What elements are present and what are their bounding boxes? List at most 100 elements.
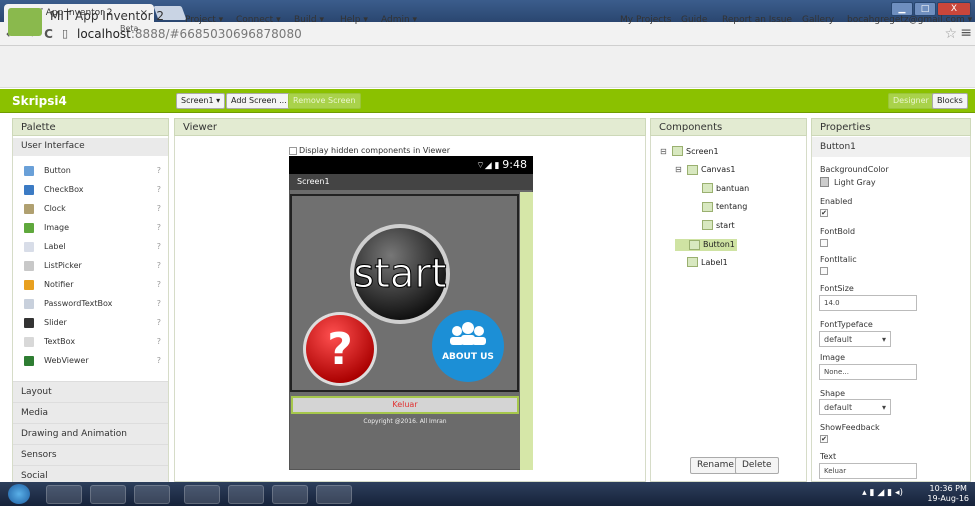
palette-item-checkbox[interactable]: CheckBox? <box>14 180 167 199</box>
tree-node-label: bantuan <box>716 183 750 193</box>
app-inventor-logo-icon[interactable] <box>8 8 42 36</box>
tree-node-label: tentang <box>716 202 748 211</box>
tree-toggle-icon[interactable]: ⊟ <box>660 147 669 156</box>
prop-backgroundcolor-value[interactable]: Light Gray <box>820 177 876 187</box>
prop-text-input[interactable]: Keluar <box>819 463 917 479</box>
prop-enabled-checkbox[interactable]: ✔ <box>820 209 828 217</box>
windows-start-icon[interactable] <box>8 484 30 504</box>
palette-item-webviewer[interactable]: WebViewer? <box>14 351 167 370</box>
app-header <box>0 46 975 88</box>
palette-section-user-interface[interactable]: User Interface <box>13 138 168 156</box>
blocks-button[interactable]: Blocks <box>932 93 968 109</box>
help-icon[interactable]: ? <box>157 337 161 346</box>
link-report-issue[interactable]: Report an Issue <box>722 15 792 25</box>
palette-item-clock[interactable]: Clock? <box>14 199 167 218</box>
palette-item-label: TextBox <box>44 337 76 346</box>
palette-category-drawing-and-animation[interactable]: Drawing and Animation <box>13 423 168 444</box>
menu-connect[interactable]: Connect ▾ <box>236 15 281 25</box>
tree-node-canvas1[interactable]: ⊟ Canvas1 <box>675 164 735 175</box>
palette-item-slider[interactable]: Slider? <box>14 313 167 332</box>
tentang-about-sprite[interactable]: ABOUT US <box>432 310 504 382</box>
account-menu[interactable]: bocahgregetz@gmail.com ▾ <box>847 15 972 25</box>
palette-item-label: Slider <box>44 318 67 327</box>
help-icon[interactable]: ? <box>157 185 161 194</box>
palette-item-image[interactable]: Image? <box>14 218 167 237</box>
link-guide[interactable]: Guide <box>681 15 707 25</box>
taskbar-word-icon[interactable] <box>90 485 126 504</box>
menu-project[interactable]: Project ▾ <box>185 15 223 25</box>
browser-menu-icon[interactable]: ≡ <box>960 25 972 41</box>
palette-item-listpicker[interactable]: ListPicker? <box>14 256 167 275</box>
taskbar-paint-icon[interactable] <box>272 485 308 504</box>
close-window-icon[interactable]: X <box>937 2 971 16</box>
help-icon[interactable]: ? <box>157 299 161 308</box>
prop-fontitalic-checkbox[interactable] <box>820 267 828 275</box>
minimize-icon[interactable]: ▁ <box>891 2 913 16</box>
link-gallery[interactable]: Gallery <box>802 15 834 25</box>
palette-item-label[interactable]: Label? <box>14 237 167 256</box>
taskbar-chrome-icon[interactable] <box>228 485 264 504</box>
tree-node-label1[interactable]: Label1 <box>675 257 728 267</box>
hidden-components-label: Display hidden components in Viewer <box>299 146 451 155</box>
remove-screen-button[interactable]: Remove Screen <box>288 93 361 109</box>
help-icon[interactable]: ? <box>157 242 161 251</box>
canvas1-preview[interactable]: start ? ABOUT US <box>290 194 519 392</box>
palette-item-textbox[interactable]: TextBox? <box>14 332 167 351</box>
delete-button[interactable]: Delete <box>735 457 779 474</box>
add-screen-button[interactable]: Add Screen ... <box>226 93 292 109</box>
palette-item-notifier[interactable]: Notifier? <box>14 275 167 294</box>
prop-showfeedback-checkbox[interactable]: ✔ <box>820 435 828 443</box>
tree-node-button1[interactable]: Button1 <box>675 238 737 251</box>
taskbar-explorer-icon[interactable] <box>46 485 82 504</box>
prop-fontsize-input[interactable]: 14.0 <box>819 295 917 311</box>
help-icon[interactable]: ? <box>157 318 161 327</box>
tree-node-bantuan[interactable]: bantuan <box>690 183 749 193</box>
palette-item-passwordtextbox[interactable]: PasswordTextBox? <box>14 294 167 313</box>
tree-node-screen1[interactable]: ⊟ Screen1 <box>660 146 719 156</box>
phone-status-bar: ⌔◢ ▮ 9:48 <box>289 156 533 174</box>
prop-image-input[interactable]: None... <box>819 364 917 380</box>
rename-button[interactable]: Rename <box>690 457 741 474</box>
clock-date: 19-Aug-16 <box>927 494 969 503</box>
link-my-projects[interactable]: My Projects <box>620 15 671 25</box>
help-icon[interactable]: ? <box>157 356 161 365</box>
designer-button[interactable]: Designer <box>888 93 934 109</box>
prop-fontbold-checkbox[interactable] <box>820 239 828 247</box>
keluar-button-preview[interactable]: Keluar <box>291 396 519 414</box>
tree-node-tentang[interactable]: tentang <box>690 201 748 212</box>
palette-category-sensors[interactable]: Sensors <box>13 444 168 465</box>
slider-icon <box>24 317 34 328</box>
dropdown-arrow-icon: ▾ <box>881 403 886 412</box>
palette-item-label: PasswordTextBox <box>44 299 113 308</box>
bantuan-question-sprite[interactable]: ? <box>303 312 377 386</box>
palette-item-button[interactable]: Button? <box>14 161 167 180</box>
maximize-icon[interactable]: □ <box>914 2 936 16</box>
tree-toggle-icon[interactable]: ⊟ <box>675 165 684 174</box>
status-time: 9:48 <box>502 158 527 171</box>
screen-select-button[interactable]: Screen1 ▾ <box>176 93 226 109</box>
system-tray-icons[interactable]: ▴ ▮ ◢ ▮ ◂) <box>862 488 903 498</box>
prop-shape-select[interactable]: default ▾ <box>819 399 891 415</box>
url-field[interactable]: localhost:8888/#6685030696878080 <box>77 27 302 41</box>
taskbar-arduino-icon[interactable] <box>316 485 352 504</box>
help-icon[interactable]: ? <box>157 204 161 213</box>
palette-category-media[interactable]: Media <box>13 402 168 423</box>
menu-admin[interactable]: Admin ▾ <box>381 15 417 25</box>
help-icon[interactable]: ? <box>157 223 161 232</box>
bookmark-star-icon[interactable]: ☆ <box>944 26 957 42</box>
help-icon[interactable]: ? <box>157 280 161 289</box>
help-icon[interactable]: ? <box>157 166 161 175</box>
tree-node-start[interactable]: start <box>690 220 735 230</box>
hidden-components-toggle[interactable]: Display hidden components in Viewer <box>289 146 450 155</box>
help-icon[interactable]: ? <box>157 261 161 270</box>
reload-icon[interactable]: C <box>44 27 53 41</box>
hidden-components-checkbox[interactable] <box>289 146 297 155</box>
taskbar-cmd-icon[interactable] <box>134 485 170 504</box>
start-sprite[interactable]: start <box>350 224 450 324</box>
menu-build[interactable]: Build ▾ <box>294 15 324 25</box>
palette-category-layout[interactable]: Layout <box>13 381 168 402</box>
taskbar-clock[interactable]: 10:36 PM 19-Aug-16 <box>927 484 969 504</box>
taskbar-app-icon[interactable] <box>184 485 220 504</box>
menu-help[interactable]: Help ▾ <box>340 15 368 25</box>
prop-fonttypeface-select[interactable]: default ▾ <box>819 331 891 347</box>
